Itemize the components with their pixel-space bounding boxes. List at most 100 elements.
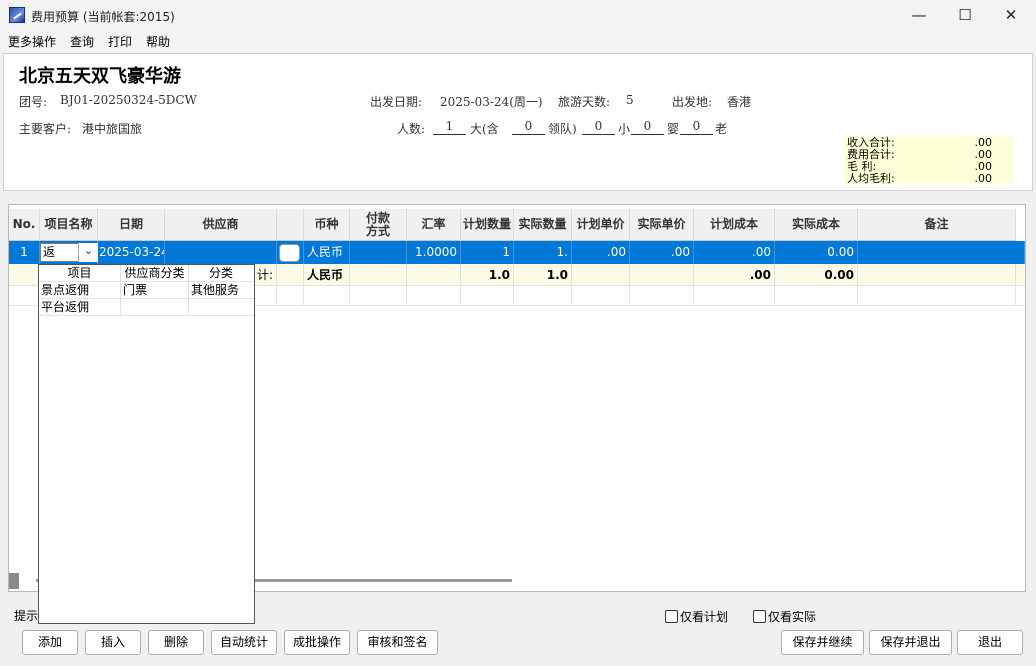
only-actual-checkbox[interactable]: 仅看实际 [753,608,816,625]
review-sign-button[interactable]: 审核和签名 [357,630,438,655]
checkbox-box[interactable] [665,610,678,623]
dropdown-header-row: 项目 供应商分类 分类 [39,265,254,282]
only-plan-checkbox[interactable]: 仅看计划 [665,608,728,625]
dropdown-header-category: 分类 [208,266,233,280]
empty-cell[interactable] [694,286,775,306]
cell-no[interactable]: 1 [9,241,40,264]
menu-query[interactable]: 查询 [70,33,94,50]
days-label: 旅游天数: [558,95,611,109]
maximize-button[interactable]: ☐ [942,0,988,31]
col-header-no[interactable]: No. [9,209,40,241]
infants-field[interactable]: 0 [631,119,664,135]
add-button[interactable]: 添加 [22,630,78,655]
empty-cell[interactable] [304,286,350,306]
table-row[interactable]: 1 2025-03-24 人民币 1.0000 1 1. .00 .00 .00… [9,241,1025,264]
empty-cell[interactable] [350,286,407,306]
col-header-actual-cost[interactable]: 实际成本 [775,209,858,241]
cell-date[interactable]: 2025-03-24 [98,241,165,264]
group-label: 团号: [19,95,48,109]
cell-actual-qty[interactable]: 1. [514,241,572,264]
auto-stats-button[interactable]: 自动统计 [211,630,277,655]
col-header-currency[interactable]: 币种 [304,209,350,241]
col-header-payment[interactable]: 付款 方式 [350,209,407,241]
empty-cell[interactable] [630,286,694,306]
total-plan-qty: 1.0 [461,264,514,286]
adults-field[interactable]: 1 [433,119,466,135]
dropdown-header-supplier-category: 供应商分类 [121,265,189,282]
dropdown-option-item[interactable]: 平台返佣 [39,299,121,316]
empty-cell[interactable] [572,286,630,306]
insert-button[interactable]: 插入 [85,630,141,655]
menu-more-actions[interactable]: 更多操作 [8,33,56,50]
dropdown-option[interactable]: 景点返佣 门票 其他服务 [39,282,254,299]
empty-cell[interactable] [461,286,514,306]
gross-profit-label: 毛 利: [847,160,877,173]
dropdown-option-supplier-category[interactable]: 门票 [121,282,189,299]
total-cell [407,264,461,286]
batch-operation-button[interactable]: 成批操作 [284,630,350,655]
checkbox-box[interactable] [753,610,766,623]
dropdown-option-category[interactable] [189,299,253,316]
col-header-plan-price[interactable]: 计划单价 [572,209,630,241]
cell-plan-cost[interactable]: .00 [694,241,775,264]
expense-total-value: .00 [974,148,993,161]
exit-button[interactable]: 退出 [957,630,1023,655]
col-header-supplier[interactable]: 供应商 [165,209,277,241]
chevron-down-icon[interactable]: ⌄ [78,243,98,262]
col-header-blank[interactable] [277,209,304,241]
elder-label: 老 [715,122,728,136]
empty-cell[interactable] [9,286,40,306]
total-cell [572,264,630,286]
save-exit-button[interactable]: 保存并退出 [869,630,952,655]
total-currency: 人民币 [304,264,350,286]
col-header-date[interactable]: 日期 [98,209,165,241]
dropdown-option-supplier-category[interactable] [121,299,189,316]
menu-print[interactable]: 打印 [108,33,132,50]
leaders-field[interactable]: 0 [512,119,545,135]
menu-help[interactable]: 帮助 [146,33,170,50]
empty-cell[interactable] [514,286,572,306]
cell-plan-qty[interactable]: 1 [461,241,514,264]
scroll-left-handle[interactable] [9,573,19,589]
children-field[interactable]: 0 [582,119,615,135]
adult-label: 大(含 [470,122,499,136]
row-checkbox[interactable] [279,244,300,262]
dropdown-option-item[interactable]: 景点返佣 [39,282,121,299]
elders-field[interactable]: 0 [680,119,713,135]
minimize-button[interactable]: — [896,0,942,31]
cell-remark[interactable] [858,241,1025,264]
dropdown-option-category[interactable]: 其他服务 [189,282,253,299]
empty-cell[interactable] [775,286,858,306]
delete-button[interactable]: 删除 [148,630,204,655]
total-cell [858,264,1016,286]
cell-actual-price[interactable]: .00 [630,241,694,264]
col-header-actual-price[interactable]: 实际单价 [630,209,694,241]
col-header-remark[interactable]: 备注 [858,209,1016,241]
people-label: 人数: [397,122,426,136]
cell-payment[interactable] [350,241,407,264]
gross-profit-value: .00 [974,160,993,173]
empty-cell[interactable] [407,286,461,306]
cell-actual-cost[interactable]: 0.00 [775,241,858,264]
col-header-rate[interactable]: 汇率 [407,209,461,241]
col-header-plan-cost[interactable]: 计划成本 [694,209,775,241]
cell-plan-price[interactable]: .00 [572,241,630,264]
col-header-item[interactable]: 项目名称 [40,209,98,241]
col-header-plan-qty[interactable]: 计划数量 [461,209,514,241]
empty-cell[interactable] [858,286,1016,306]
total-cell [277,264,304,286]
cell-currency[interactable]: 人民币 [304,241,350,264]
item-dropdown-list[interactable]: 项目 供应商分类 分类 景点返佣 门票 其他服务 平台返佣 [38,264,255,624]
cell-rate[interactable]: 1.0000 [407,241,461,264]
empty-cell[interactable] [277,286,304,306]
departure-date: 2025-03-24(周一) [440,95,543,109]
col-header-actual-qty[interactable]: 实际数量 [514,209,572,241]
dropdown-option[interactable]: 平台返佣 [39,299,254,316]
close-button[interactable]: ✕ [988,0,1034,31]
total-cell [350,264,407,286]
tour-info-panel: 北京五天双飞豪华游 团号: BJ01-20250324-5DCW 出发日期: 2… [3,53,1033,191]
summary-box: 收入合计: .00 费用合计: .00 毛 利: .00 人均毛利: .00 [844,136,1014,184]
total-cell [630,264,694,286]
cell-supplier[interactable] [165,241,277,264]
save-continue-button[interactable]: 保存并继续 [781,630,864,655]
